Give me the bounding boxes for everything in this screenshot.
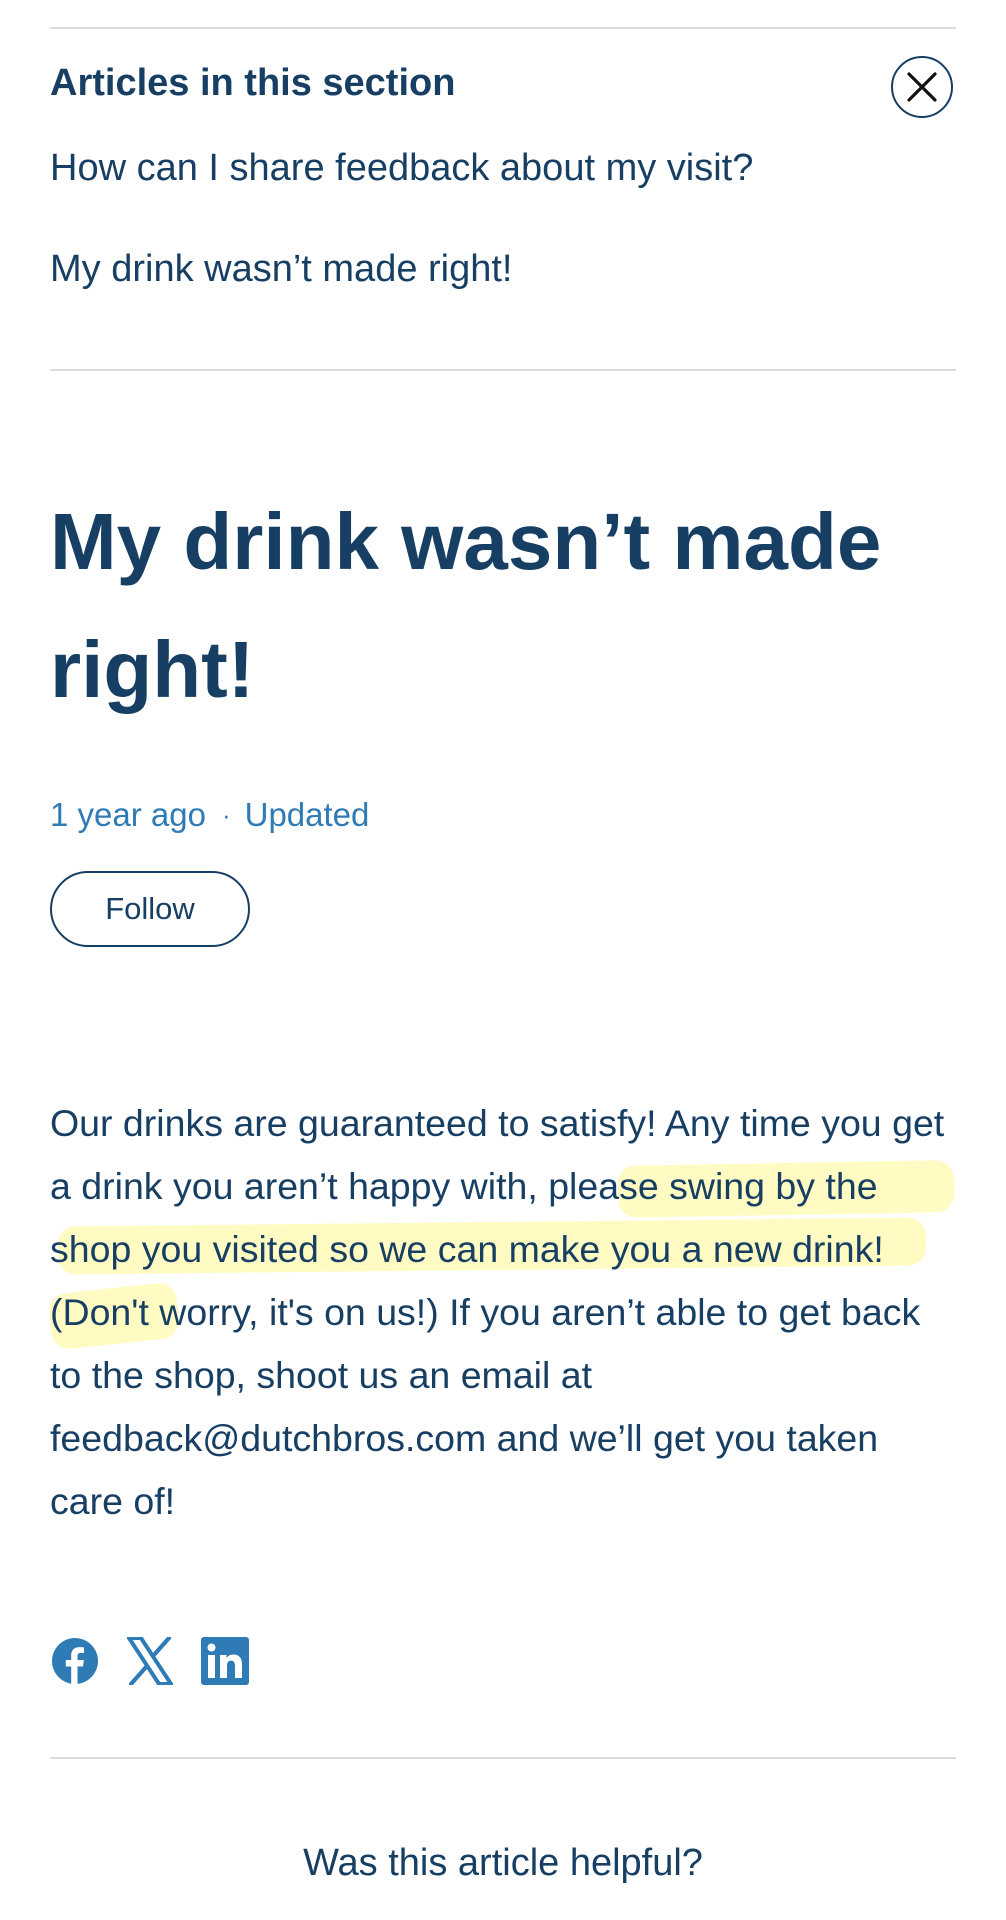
share-linkedin-link[interactable] (200, 1636, 250, 1686)
helpful-question: Was this article helpful? (303, 1842, 703, 1884)
article-title: My drink wasn’t made right! (50, 497, 882, 714)
section-divider (50, 369, 956, 371)
linkedin-icon (201, 1637, 249, 1685)
follow-button[interactable]: Follow (50, 871, 250, 947)
article-updated: Updated (244, 796, 370, 833)
close-button[interactable] (891, 56, 953, 118)
section-link-drink-not-right[interactable]: My drink wasn’t made right! (50, 248, 513, 291)
top-divider (50, 27, 956, 29)
facebook-icon (52, 1638, 98, 1684)
x-icon (127, 1637, 173, 1685)
section-heading: Articles in this section (50, 62, 456, 104)
meta-separator: · (221, 799, 231, 830)
footer-divider (50, 1757, 956, 1759)
share-facebook-link[interactable] (50, 1636, 100, 1686)
article-meta: 1 year ago · Updated (50, 796, 369, 834)
article-body: Our drinks are guaranteed to satisfy! An… (50, 1102, 945, 1522)
close-icon (907, 72, 937, 102)
section-link-share-feedback[interactable]: How can I share feedback about my visit? (50, 147, 753, 190)
share-x-link[interactable] (125, 1636, 175, 1686)
article-age: 1 year ago (50, 796, 206, 833)
